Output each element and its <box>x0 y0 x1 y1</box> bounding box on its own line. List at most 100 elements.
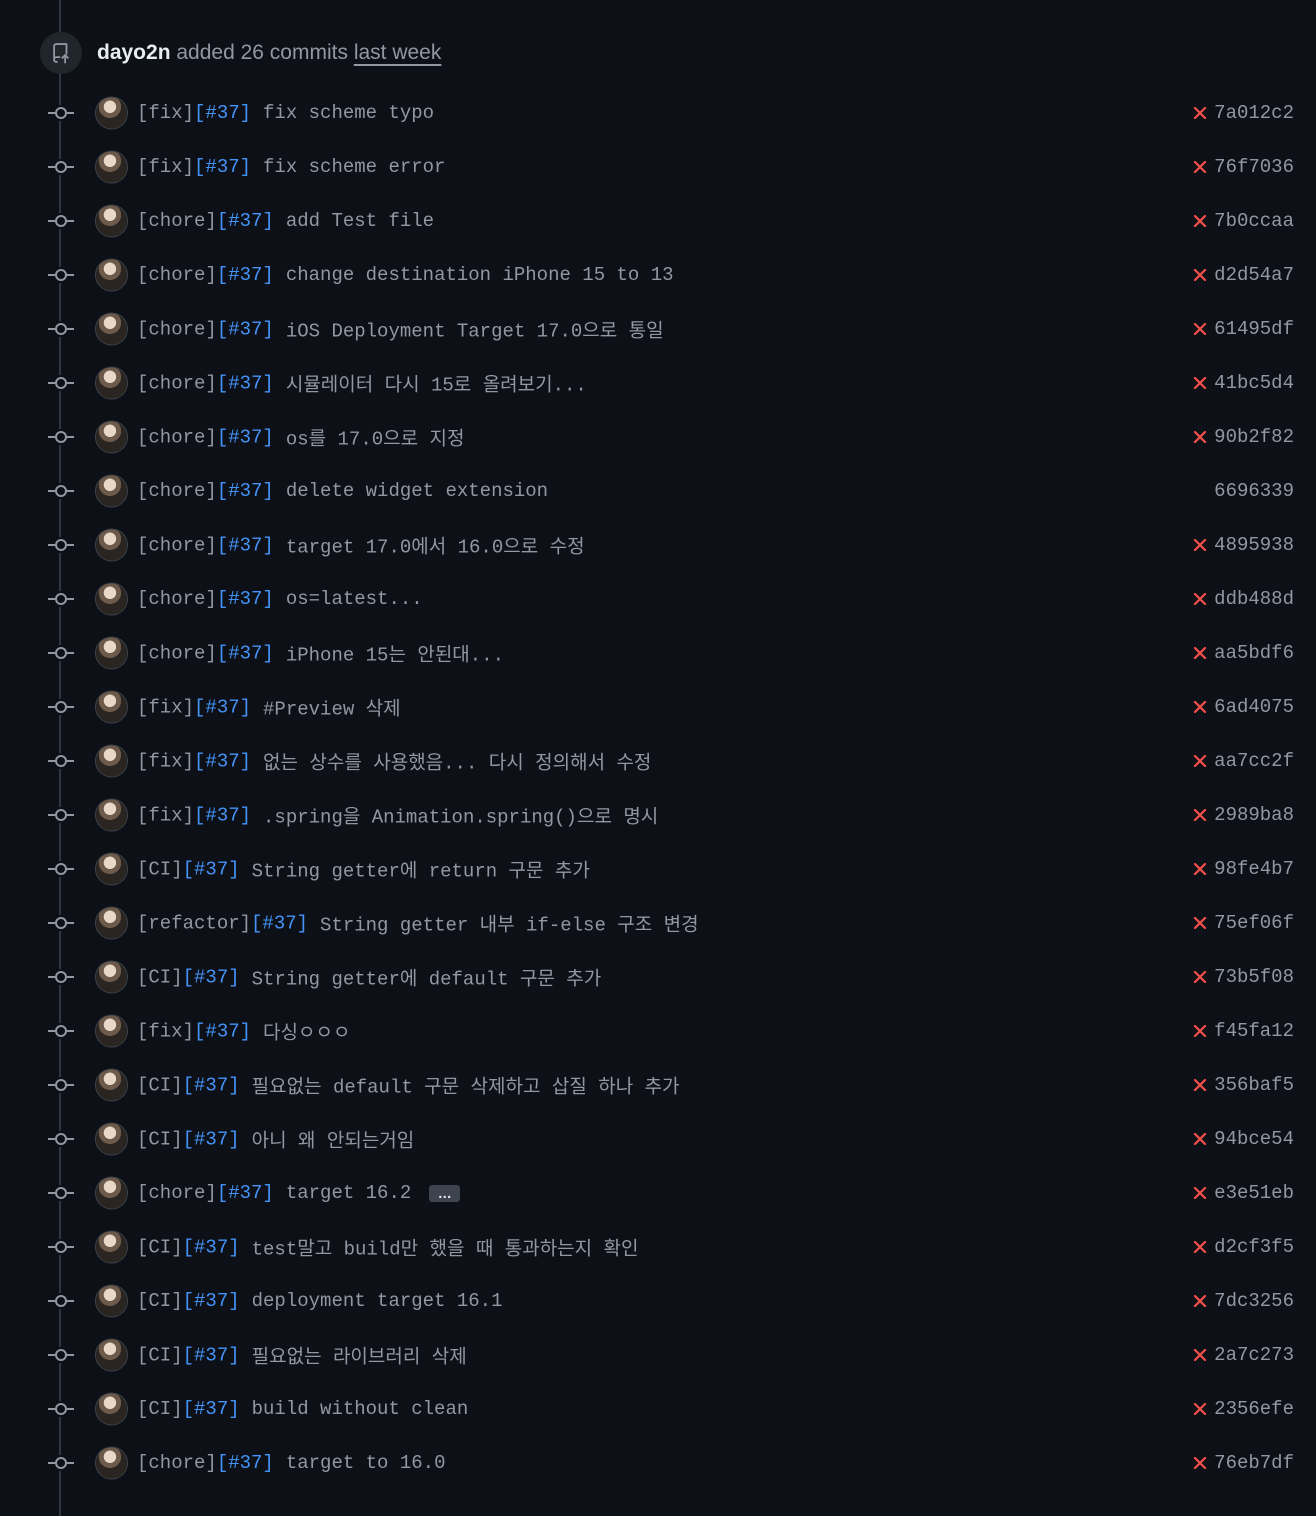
check-failure-icon[interactable] <box>1190 1345 1210 1365</box>
check-failure-icon[interactable] <box>1190 319 1210 339</box>
avatar[interactable] <box>96 1393 127 1425</box>
check-failure-icon[interactable] <box>1190 751 1210 771</box>
check-failure-icon[interactable] <box>1190 805 1210 825</box>
avatar[interactable] <box>96 799 127 831</box>
commit-message-text[interactable]: target 17.0에서 16.0으로 수정 <box>286 532 585 559</box>
commit-message-text[interactable]: 다싱ㅇㅇㅇ <box>263 1018 350 1045</box>
issue-link[interactable]: [#37] <box>183 1344 240 1366</box>
expand-message-button[interactable]: … <box>429 1184 461 1202</box>
commit-tag[interactable]: [fix] <box>137 102 194 124</box>
commit-sha-link[interactable]: 73b5f08 <box>1214 966 1294 988</box>
issue-link[interactable]: [#37] <box>183 858 240 880</box>
check-failure-icon[interactable] <box>1190 103 1210 123</box>
commit-message-text[interactable]: String getter 내부 if-else 구조 변경 <box>320 910 699 937</box>
commit-tag[interactable]: [chore] <box>137 210 217 232</box>
check-failure-icon[interactable] <box>1190 589 1210 609</box>
commit-tag[interactable]: [CI] <box>137 1290 183 1312</box>
issue-link[interactable]: [#37] <box>217 480 274 502</box>
commit-tag[interactable]: [CI] <box>137 858 183 880</box>
commit-sha-link[interactable]: 7dc3256 <box>1214 1290 1294 1312</box>
issue-link[interactable]: [#37] <box>217 534 274 556</box>
commit-message-text[interactable]: 필요없는 라이브러리 삭제 <box>252 1342 467 1369</box>
avatar[interactable] <box>96 475 127 507</box>
commit-sha-link[interactable]: 4895938 <box>1214 534 1294 556</box>
commit-message[interactable]: [CI] [#37] String getter에 return 구문 추가 <box>137 856 590 883</box>
commit-message[interactable]: [chore] [#37] target 16.2 … <box>137 1182 461 1204</box>
commit-sha-link[interactable]: d2cf3f5 <box>1214 1236 1294 1258</box>
commit-message-text[interactable]: os를 17.0으로 지정 <box>286 424 465 451</box>
commit-message[interactable]: [fix] [#37] .spring을 Animation.spring()으로 … <box>137 802 658 829</box>
commit-tag[interactable]: [CI] <box>137 1236 183 1258</box>
issue-link[interactable]: [#37] <box>183 966 240 988</box>
avatar[interactable] <box>96 259 127 291</box>
commit-message[interactable]: [CI] [#37] String getter에 default 구문 추가 <box>137 964 601 991</box>
commit-sha-link[interactable]: 2a7c273 <box>1214 1344 1294 1366</box>
issue-link[interactable]: [#37] <box>251 912 308 934</box>
commit-tag[interactable]: [fix] <box>137 750 194 772</box>
commit-message-text[interactable]: String getter에 default 구문 추가 <box>252 964 602 991</box>
avatar[interactable] <box>96 1447 127 1479</box>
avatar[interactable] <box>96 961 127 993</box>
check-failure-icon[interactable] <box>1190 1453 1210 1473</box>
commit-tag[interactable]: [CI] <box>137 1398 183 1420</box>
avatar[interactable] <box>96 1339 127 1371</box>
avatar[interactable] <box>96 529 127 561</box>
commit-sha-link[interactable]: 61495df <box>1214 318 1294 340</box>
commit-message[interactable]: [CI] [#37] test말고 build만 했을 때 통과하는지 확인 <box>137 1234 639 1261</box>
avatar[interactable] <box>96 637 127 669</box>
issue-link[interactable]: [#37] <box>217 372 274 394</box>
issue-link[interactable]: [#37] <box>183 1074 240 1096</box>
commit-message-text[interactable]: String getter에 return 구문 추가 <box>252 856 590 883</box>
avatar[interactable] <box>96 853 127 885</box>
commit-message[interactable]: [fix] [#37] fix scheme typo <box>137 102 434 124</box>
commit-sha-link[interactable]: 6696339 <box>1214 480 1294 502</box>
check-failure-icon[interactable] <box>1190 697 1210 717</box>
commit-sha-link[interactable]: 356baf5 <box>1214 1074 1294 1096</box>
commit-tag[interactable]: [chore] <box>137 1182 217 1204</box>
avatar[interactable] <box>96 421 127 453</box>
commit-message[interactable]: [chore] [#37] os=latest... <box>137 588 423 610</box>
commit-message-text[interactable]: fix scheme typo <box>263 102 434 124</box>
avatar[interactable] <box>96 367 127 399</box>
commit-tag[interactable]: [chore] <box>137 264 217 286</box>
check-failure-icon[interactable] <box>1190 1399 1210 1419</box>
issue-link[interactable]: [#37] <box>194 102 251 124</box>
issue-link[interactable]: [#37] <box>194 1020 251 1042</box>
avatar[interactable] <box>96 691 127 723</box>
commit-sha-link[interactable]: d2d54a7 <box>1214 264 1294 286</box>
commit-message-text[interactable]: os=latest... <box>286 588 423 610</box>
commit-message-text[interactable]: 시뮬레이터 다시 15로 올려보기... <box>286 370 587 397</box>
issue-link[interactable]: [#37] <box>183 1128 240 1150</box>
commit-message[interactable]: [CI] [#37] 필요없는 default 구문 삭제하고 삽질 하나 추가 <box>137 1072 680 1099</box>
commit-message-text[interactable]: 없는 상수를 사용했음... 다시 정의해서 수정 <box>263 748 651 775</box>
author-link[interactable]: dayo2n <box>97 41 171 64</box>
commit-tag[interactable]: [chore] <box>137 426 217 448</box>
commit-sha-link[interactable]: 2989ba8 <box>1214 804 1294 826</box>
commit-message[interactable]: [chore] [#37] 시뮬레이터 다시 15로 올려보기... <box>137 370 587 397</box>
issue-link[interactable]: [#37] <box>217 642 274 664</box>
commit-message-text[interactable]: #Preview 삭제 <box>263 694 401 721</box>
issue-link[interactable]: [#37] <box>194 696 251 718</box>
commit-sha-link[interactable]: 98fe4b7 <box>1214 858 1294 880</box>
relative-time-link[interactable]: last week <box>354 41 442 64</box>
commit-message-text[interactable]: target to 16.0 <box>286 1452 446 1474</box>
avatar[interactable] <box>96 907 127 939</box>
issue-link[interactable]: [#37] <box>183 1398 240 1420</box>
commit-tag[interactable]: [fix] <box>137 1020 194 1042</box>
issue-link[interactable]: [#37] <box>183 1236 240 1258</box>
check-failure-icon[interactable] <box>1190 1291 1210 1311</box>
commit-message[interactable]: [CI] [#37] build without clean <box>137 1398 468 1420</box>
commit-message-text[interactable]: target 16.2 <box>286 1182 411 1204</box>
issue-link[interactable]: [#37] <box>217 1182 274 1204</box>
commit-tag[interactable]: [chore] <box>137 318 217 340</box>
issue-link[interactable]: [#37] <box>194 750 251 772</box>
commit-sha-link[interactable]: 41bc5d4 <box>1214 372 1294 394</box>
commit-message[interactable]: [chore] [#37] os를 17.0으로 지정 <box>137 424 464 451</box>
commit-message[interactable]: [CI] [#37] 필요없는 라이브러리 삭제 <box>137 1342 467 1369</box>
check-failure-icon[interactable] <box>1190 643 1210 663</box>
avatar[interactable] <box>96 1177 127 1209</box>
commit-tag[interactable]: [chore] <box>137 534 217 556</box>
commit-sha-link[interactable]: 76eb7df <box>1214 1452 1294 1474</box>
commit-tag[interactable]: [chore] <box>137 1452 217 1474</box>
avatar[interactable] <box>96 1123 127 1155</box>
